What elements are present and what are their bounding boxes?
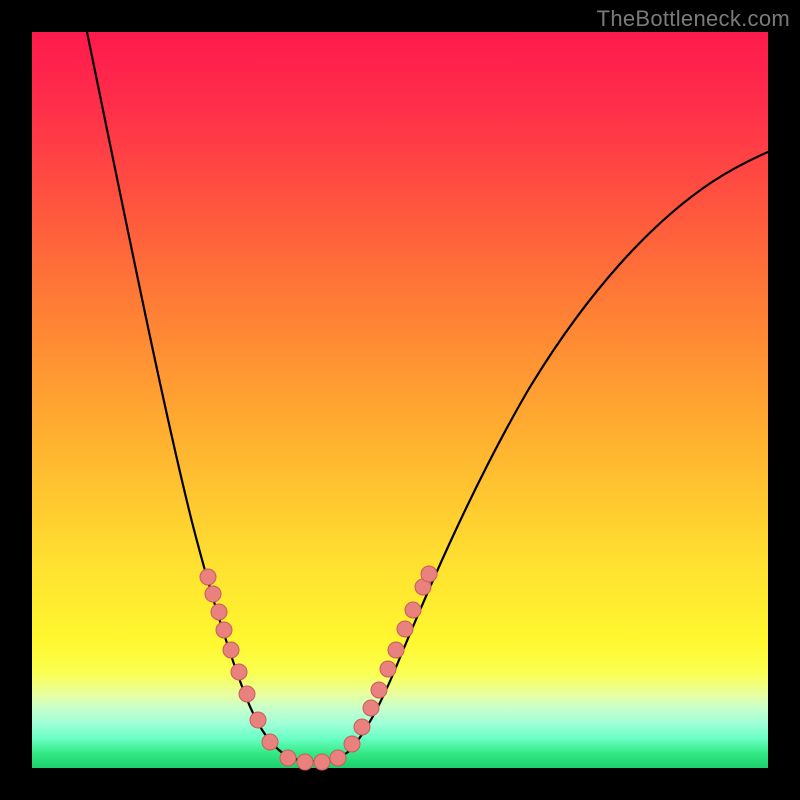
data-point — [344, 736, 360, 752]
data-point — [371, 682, 387, 698]
data-point — [330, 750, 346, 766]
data-point — [363, 700, 379, 716]
data-point — [297, 754, 313, 770]
plot-area — [32, 32, 768, 768]
data-point — [211, 604, 227, 620]
watermark-text: TheBottleneck.com — [597, 6, 790, 32]
curve-right — [348, 152, 768, 752]
curve-left — [87, 32, 310, 761]
data-point — [397, 621, 413, 637]
data-point — [216, 622, 232, 638]
data-point — [200, 569, 216, 585]
data-point — [388, 642, 404, 658]
data-point — [223, 642, 239, 658]
data-point — [380, 661, 396, 677]
data-point — [354, 719, 370, 735]
data-point — [205, 586, 221, 602]
data-point — [314, 754, 330, 770]
data-point — [250, 712, 266, 728]
data-point — [231, 664, 247, 680]
data-point — [405, 602, 421, 618]
data-point — [239, 686, 255, 702]
data-point — [280, 750, 296, 766]
curve-layer — [32, 32, 768, 768]
chart-frame: TheBottleneck.com — [0, 0, 800, 800]
data-point — [421, 566, 437, 582]
data-point — [262, 734, 278, 750]
